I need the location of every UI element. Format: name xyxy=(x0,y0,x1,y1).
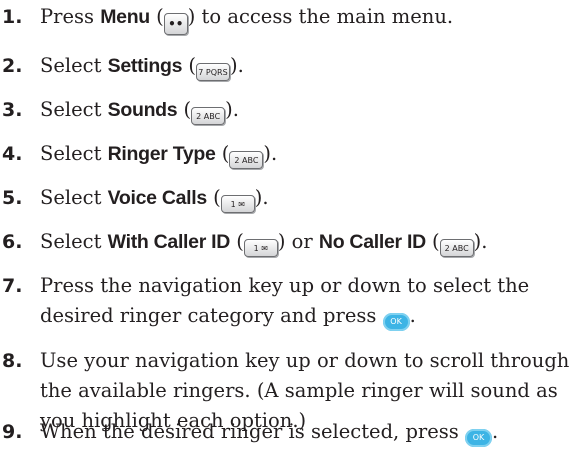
step-text: ) or xyxy=(277,230,319,253)
ringer-type-keyword: Ringer Type xyxy=(107,143,216,165)
step-7: 7. Press the navigation key up or down t… xyxy=(0,271,586,331)
paren-open: ( xyxy=(230,230,244,253)
step-number: 9. xyxy=(2,421,23,443)
step-text: Select xyxy=(40,98,108,121)
step-number: 3. xyxy=(2,99,23,121)
step-text: Press xyxy=(40,5,101,28)
key-2-icon: 2 ABC xyxy=(229,151,264,169)
step-text: Select xyxy=(40,54,108,77)
step-number: 1. xyxy=(2,6,23,28)
sounds-keyword: Sounds xyxy=(107,99,178,121)
paren-open: ( xyxy=(215,142,230,165)
step-text: Select xyxy=(40,142,108,165)
step-text: desired ringer category and press xyxy=(40,304,383,327)
step-6: 6. Select With Caller ID (1 ✉) or No Cal… xyxy=(0,227,586,257)
step-text: ). xyxy=(263,142,278,165)
step-text: Press the navigation key up or down to s… xyxy=(40,274,530,297)
step-5: 5. Select Voice Calls (1 ✉). xyxy=(0,183,586,213)
step-text: ). xyxy=(254,186,269,209)
key-2-icon: 2 ABC xyxy=(439,239,474,257)
paren-open: ( xyxy=(177,98,192,121)
step-3: 3. Select Sounds (2 ABC). xyxy=(0,95,586,125)
no-caller-id-keyword: No Caller ID xyxy=(318,231,426,253)
paren-open: ( xyxy=(425,230,440,253)
with-caller-id-keyword: With Caller ID xyxy=(107,231,231,253)
step-text: ). xyxy=(229,54,244,77)
paren-open: ( xyxy=(182,54,196,77)
step-text: ). xyxy=(473,230,488,253)
step-text: the available ringers. (A sample ringer … xyxy=(40,379,558,402)
paren-open: ( xyxy=(206,186,221,209)
key-1-icon: 1 ✉ xyxy=(220,195,255,213)
key-2-icon: 2 ABC xyxy=(191,107,226,125)
step-number: 7. xyxy=(2,275,23,297)
step-text: Select xyxy=(40,186,108,209)
step-4: 4. Select Ringer Type (2 ABC). xyxy=(0,139,586,169)
step-text: Use your navigation key up or down to sc… xyxy=(40,349,570,372)
menu-keyword: Menu xyxy=(100,6,150,28)
step-text: . xyxy=(492,420,499,443)
step-2: 2. Select Settings (7 PQRS). xyxy=(0,51,586,81)
key-7-icon: 7 PQRS xyxy=(195,63,230,81)
step-number: 5. xyxy=(2,187,23,209)
ok-key-icon: OK xyxy=(465,429,493,447)
step-9: 9. When the desired ringer is selected, … xyxy=(0,417,586,447)
menu-key-icon: •• xyxy=(163,13,188,35)
paren-open: ( xyxy=(149,5,164,28)
step-text: . xyxy=(409,304,416,327)
step-text: When the desired ringer is selected, pre… xyxy=(40,420,466,443)
step-number: 2. xyxy=(2,55,23,77)
step-1: 1. Press Menu (••) to access the main me… xyxy=(0,2,586,35)
instruction-list: 1. Press Menu (••) to access the main me… xyxy=(0,0,586,460)
step-number: 6. xyxy=(2,231,23,253)
settings-keyword: Settings xyxy=(107,55,183,77)
step-text: Select xyxy=(40,230,108,253)
ok-key-icon: OK xyxy=(382,313,410,331)
step-number: 4. xyxy=(2,143,23,165)
step-number: 8. xyxy=(2,350,23,372)
step-text: ) to access the main menu. xyxy=(187,5,454,28)
key-1-icon: 1 ✉ xyxy=(243,239,278,257)
voice-calls-keyword: Voice Calls xyxy=(107,187,208,209)
step-text: ). xyxy=(225,98,239,121)
